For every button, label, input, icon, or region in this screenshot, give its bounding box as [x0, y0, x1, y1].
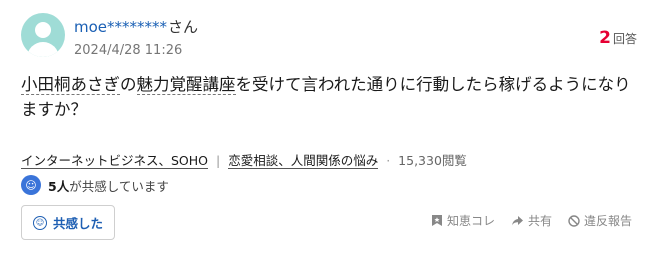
answer-count-label: 回答: [612, 32, 637, 46]
chiebookmark-label: 知恵コレ: [446, 214, 495, 228]
action-bar: 知恵コレ 共有 違反報告: [431, 212, 632, 229]
empathy-button[interactable]: ☺ 共感した: [21, 205, 115, 240]
view-count: 15,330閲覧: [398, 153, 467, 168]
empathy-text: が共感しています: [69, 178, 169, 194]
keyword-link[interactable]: 魅力覚醒講座: [136, 75, 236, 95]
empathy-button-label: 共感した: [52, 216, 103, 231]
keyword-link[interactable]: 小田桐あさぎ: [21, 75, 120, 95]
share-label: 共有: [527, 214, 552, 228]
user-avatar[interactable]: [21, 13, 65, 57]
answer-count-number: 2: [599, 28, 611, 48]
category-link-secondary[interactable]: 恋愛相談、人間関係の悩み: [228, 153, 379, 169]
share-button[interactable]: 共有: [511, 212, 552, 229]
chiebookmark-button[interactable]: 知恵コレ: [431, 212, 495, 229]
report-label: 違反報告: [583, 214, 632, 228]
user-name-suffix: さん: [168, 18, 199, 36]
question-text-part: の: [120, 75, 137, 94]
prohibited-icon: [568, 214, 580, 227]
smile-icon: ☺: [32, 215, 47, 230]
report-button[interactable]: 違反報告: [568, 212, 632, 229]
avatar-head: [35, 22, 51, 38]
category-row: インターネットビジネス、SOHO | 恋愛相談、人間関係の悩み · 15,330…: [21, 150, 467, 169]
views-separator: ·: [386, 153, 391, 168]
question-text: 小田桐あさぎの魅力覚醒講座を受けて言われた通りに行動したら稼げるようになりますか…: [21, 72, 641, 122]
category-link-primary[interactable]: インターネットビジネス、SOHO: [21, 153, 209, 169]
bookmark-icon: [431, 215, 442, 226]
smile-icon: ☺: [21, 175, 41, 195]
post-timestamp: 2024/4/28 11:26: [74, 43, 183, 58]
avatar-body: [27, 42, 59, 57]
user-name[interactable]: moe********さん: [74, 16, 198, 37]
empathy-count: 5人: [48, 178, 70, 194]
category-separator: |: [216, 153, 221, 168]
answer-count[interactable]: 2 回答: [599, 28, 637, 48]
user-name-text[interactable]: moe********: [74, 18, 167, 36]
empathy-summary: ☺ 5人 が共感しています: [21, 175, 169, 195]
share-icon: [511, 215, 523, 225]
